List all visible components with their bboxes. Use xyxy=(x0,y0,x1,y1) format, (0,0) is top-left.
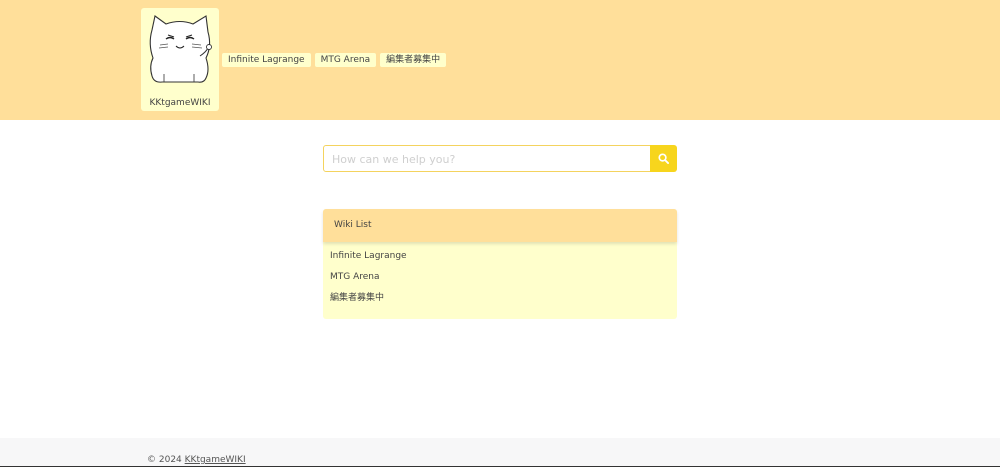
nav-item-editor-recruit[interactable]: 編集者募集中 xyxy=(380,53,447,67)
wiki-list-item-infinite-lagrange[interactable]: Infinite Lagrange xyxy=(330,246,677,267)
logo-text[interactable]: KKtgameWIKI xyxy=(141,98,219,108)
wiki-list-card: Wiki List Infinite Lagrange MTG Arena 編集… xyxy=(323,209,677,319)
footer-copyright: © 2024 KKtgameWIKI xyxy=(147,455,246,465)
wiki-list: Infinite Lagrange MTG Arena 編集者募集中 xyxy=(323,242,677,309)
search-placeholder: How can we help you? xyxy=(332,153,456,166)
search-bar: How can we help you? xyxy=(323,145,677,172)
wiki-list-item-mtg-arena[interactable]: MTG Arena xyxy=(330,267,677,288)
wiki-list-title: Wiki List xyxy=(323,209,677,242)
site-header: KKtgameWIKI Infinite Lagrange MTG Arena … xyxy=(0,0,1000,120)
wiki-list-item-editor-recruit[interactable]: 編集者募集中 xyxy=(330,288,677,309)
cat-mascot-logo xyxy=(149,15,212,83)
search-button[interactable] xyxy=(650,145,677,172)
logo-home-link[interactable]: KKtgameWIKI xyxy=(141,8,219,111)
nav-item-infinite-lagrange[interactable]: Infinite Lagrange xyxy=(222,53,311,67)
search-input[interactable]: How can we help you? xyxy=(323,145,651,172)
top-nav: Infinite Lagrange MTG Arena 編集者募集中 xyxy=(222,53,447,67)
footer-site-link[interactable]: KKtgameWIKI xyxy=(185,455,246,465)
site-footer: © 2024 KKtgameWIKI xyxy=(0,438,1000,467)
search-icon xyxy=(658,153,669,164)
nav-item-mtg-arena[interactable]: MTG Arena xyxy=(314,53,377,67)
copyright-text: © 2024 xyxy=(147,455,182,465)
